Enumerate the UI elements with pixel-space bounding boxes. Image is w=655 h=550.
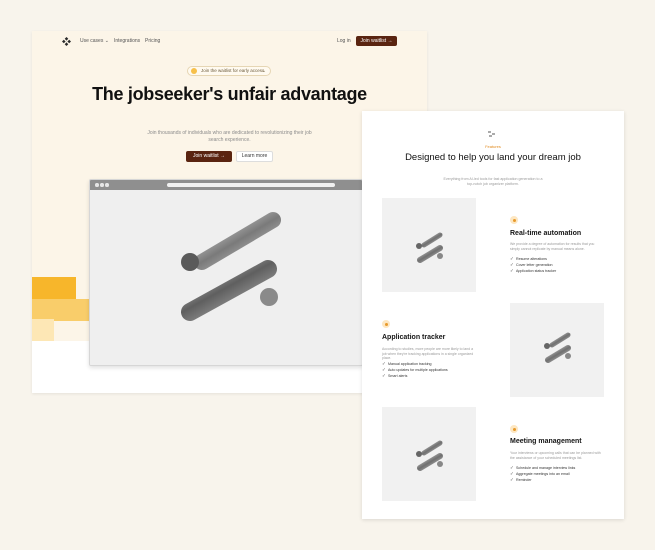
hero-subtitle: Join thousands of individuals who are de… [147, 130, 312, 143]
features-page-preview: Features Designed to help you land your … [362, 111, 624, 519]
learn-more-button[interactable]: Learn more [236, 151, 273, 162]
check-icon: ✓ [382, 373, 386, 378]
brand-mark-graphic [181, 212, 281, 321]
list-item-label: Smart alerts [388, 374, 408, 378]
nav-join-waitlist-button[interactable]: Join waitlist → [356, 36, 397, 46]
list-item-label: Resume alterations [516, 257, 547, 261]
feature-checklist-meetings: ✓ Schedule and manage interview links ✓ Ag… [510, 465, 575, 483]
window-dot-icon [100, 183, 104, 187]
tracker-icon [382, 320, 390, 328]
list-item: ✓ Reminder [510, 477, 575, 483]
nav-pricing[interactable]: Pricing [145, 38, 160, 44]
join-waitlist-button[interactable]: Join waitlist → [186, 151, 232, 162]
list-item-label: Auto updates for multiple applications [388, 368, 448, 372]
feature-description-tracker: According to studies, more people are mo… [382, 347, 474, 361]
browser-mockup [89, 179, 363, 366]
early-access-badge[interactable]: Join the waitlist for early access → [187, 66, 271, 76]
features-subtitle: Everything from AI-led tools for fast ap… [443, 177, 543, 186]
feature-image-automation [382, 198, 476, 292]
list-item-label: Aggregate meetings into an email [516, 472, 570, 476]
login-link[interactable]: Log in [337, 38, 351, 44]
check-icon: ✓ [510, 477, 514, 482]
meeting-icon [510, 425, 518, 433]
feature-checklist-tracker: ✓ Manual application tracking ✓ Auto updat… [382, 361, 448, 379]
arrow-right-icon: → [261, 68, 267, 73]
hero-title: The jobseeker's unfair advantage [92, 84, 367, 104]
automation-icon [510, 216, 518, 224]
list-item-label: Schedule and manage interview links [516, 466, 576, 470]
feature-title-tracker: Application tracker [382, 334, 446, 341]
list-item-label: Cover letter generation [516, 263, 553, 267]
logo-icon [488, 131, 495, 137]
brand-mark-graphic [416, 232, 443, 263]
list-item-label: Manual application tracking [388, 362, 432, 366]
window-dot-icon [95, 183, 99, 187]
feature-description-meetings: Your interviews or upcoming calls that c… [510, 451, 601, 460]
early-access-text: Join the waitlist for early access [201, 68, 265, 73]
chevron-down-icon: ⌄ [104, 38, 109, 44]
browser-toolbar [90, 180, 362, 190]
feature-description-automation: We provide a degree of automation for re… [510, 242, 595, 251]
brand-mark-graphic [544, 332, 571, 363]
features-title: Designed to help you land your dream job [405, 152, 581, 163]
sparkle-icon [191, 68, 197, 74]
feature-image-meetings [382, 407, 476, 501]
band-pale [32, 319, 54, 341]
feature-checklist-automation: ✓ Resume alterations ✓ Cover letter genera… [510, 256, 556, 274]
list-item-label: Reminder [516, 478, 532, 482]
list-item: ✓ Application status tracker [510, 268, 556, 274]
feature-title-meetings: Meeting management [510, 438, 582, 445]
nav-integrations[interactable]: Integrations [114, 38, 140, 44]
check-icon: ✓ [510, 268, 514, 273]
nav-use-cases-label: Use cases [80, 38, 104, 44]
feature-title-automation: Real-time automation [510, 230, 582, 237]
brand-mark-graphic [416, 440, 443, 471]
logo-icon[interactable] [62, 37, 71, 46]
list-item: ✓ Smart alerts [382, 373, 448, 379]
window-dot-icon [105, 183, 109, 187]
feature-image-tracker [510, 303, 604, 397]
band-light-orange [32, 299, 92, 321]
top-navigation: Use cases ⌄ Integrations Pricing Log in … [32, 31, 427, 51]
hero-decorative-bands [32, 277, 92, 341]
address-bar [167, 183, 335, 187]
nav-use-cases[interactable]: Use cases ⌄ [80, 38, 109, 44]
features-eyebrow: Features [485, 144, 501, 149]
browser-content [90, 190, 362, 365]
list-item-label: Application status tracker [516, 269, 557, 273]
